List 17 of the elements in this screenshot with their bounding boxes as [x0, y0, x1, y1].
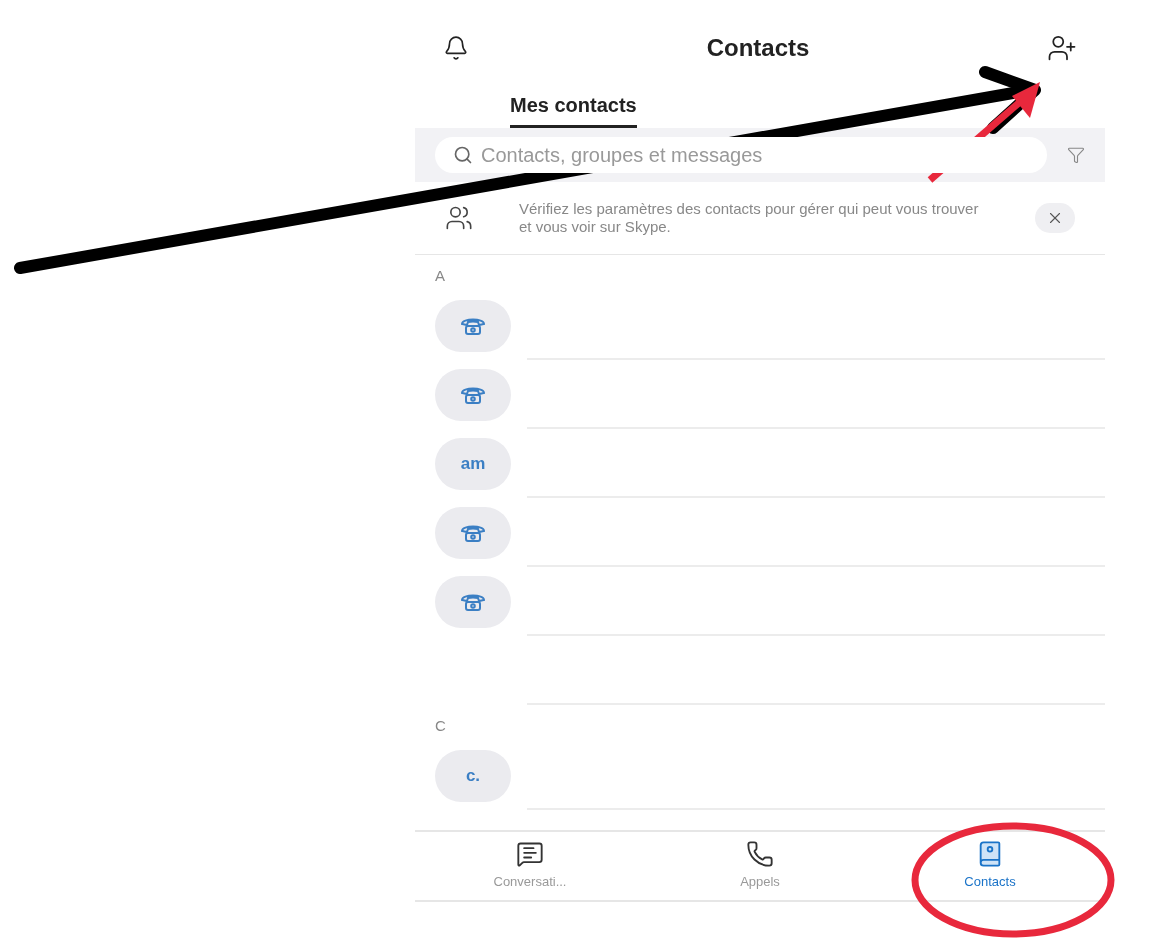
section-letter: A [435, 265, 445, 286]
notification-icon[interactable] [443, 35, 469, 61]
search-icon [453, 145, 473, 165]
chat-icon [516, 840, 544, 869]
add-contact-icon[interactable] [1047, 33, 1077, 63]
search-field[interactable]: Contacts, groupes et messages [435, 137, 1047, 173]
screen-title: Contacts [706, 33, 810, 63]
phone-icon [746, 840, 774, 869]
nav-tab[interactable]: Conversati... [415, 840, 645, 892]
contact-avatar: am [435, 437, 511, 490]
section-letter: C [435, 715, 446, 736]
filter-icon[interactable] [1067, 146, 1085, 164]
nav-tab[interactable]: Appels [645, 840, 875, 892]
people-icon [445, 204, 473, 232]
nav-tab[interactable]: Contacts [875, 840, 1105, 892]
notice-text: Vérifiez les paramètres des contacts pour gérer qui peut vous trouver et vous voir sur Skype. [519, 200, 979, 236]
contact-avatar: c. [435, 749, 511, 802]
